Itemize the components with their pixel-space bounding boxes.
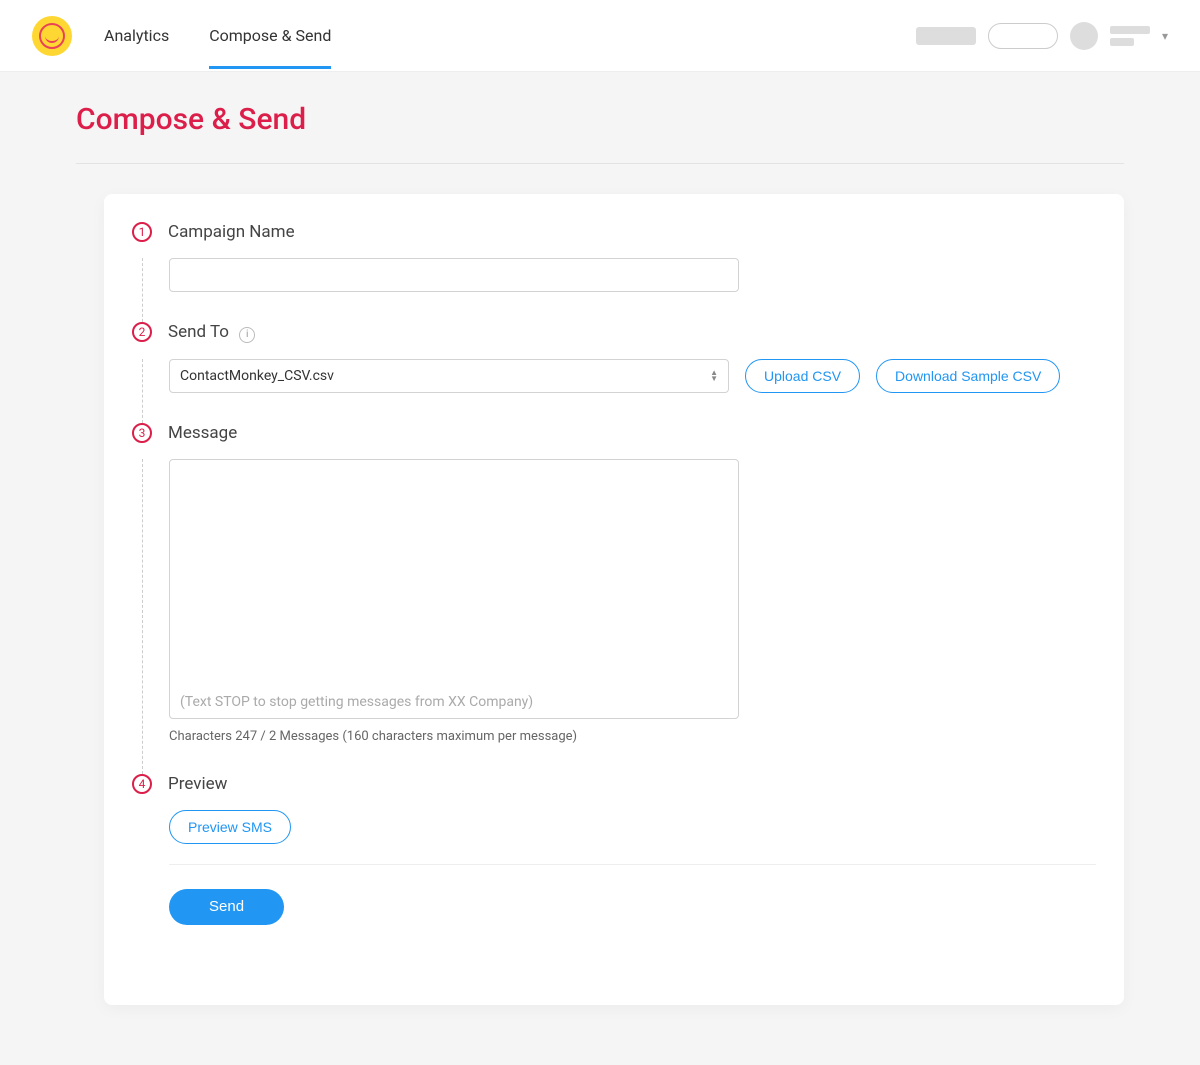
message-stop-hint: (Text STOP to stop getting messages from…	[180, 694, 533, 710]
step-number-3: 3	[132, 423, 152, 443]
step-label-preview: Preview	[168, 774, 227, 794]
step-number-2: 2	[132, 322, 152, 342]
header-placeholder-1	[916, 27, 976, 45]
step-number-4: 4	[132, 774, 152, 794]
main-nav: Analytics Compose & Send	[104, 2, 331, 69]
step-send-to: 2 Send To i ContactMonkey_CSV.csv ▲▼ Upl…	[132, 322, 1096, 423]
step-campaign-name: 1 Campaign Name	[132, 222, 1096, 322]
select-chevrons-icon: ▲▼	[710, 370, 718, 382]
step-preview: 4 Preview Preview SMS Send	[132, 774, 1096, 955]
send-button[interactable]: Send	[169, 889, 284, 925]
message-textarea[interactable]	[170, 460, 738, 685]
campaign-name-input[interactable]	[169, 258, 739, 292]
upload-csv-button[interactable]: Upload CSV	[745, 359, 860, 393]
download-sample-csv-button[interactable]: Download Sample CSV	[876, 359, 1060, 393]
topbar-right: ▾	[916, 22, 1168, 50]
chevron-down-icon[interactable]: ▾	[1162, 29, 1168, 43]
topbar: Analytics Compose & Send ▾	[0, 0, 1200, 72]
nav-compose-send[interactable]: Compose & Send	[209, 2, 331, 69]
send-to-select[interactable]: ContactMonkey_CSV.csv ▲▼	[169, 359, 729, 393]
compose-card: 1 Campaign Name 2 Send To i	[104, 194, 1124, 1005]
step-label-message: Message	[168, 423, 237, 443]
info-icon[interactable]: i	[239, 327, 255, 343]
avatar[interactable]	[1070, 22, 1098, 50]
step-number-1: 1	[132, 222, 152, 242]
character-count-info: Characters 247 / 2 Messages (160 charact…	[169, 729, 1096, 744]
step-message: 3 Message (Text STOP to stop getting mes…	[132, 423, 1096, 774]
send-to-selected-value: ContactMonkey_CSV.csv	[180, 368, 334, 384]
app-logo[interactable]	[32, 16, 72, 56]
nav-analytics[interactable]: Analytics	[104, 2, 169, 69]
step-label-send-to: Send To i	[168, 322, 255, 343]
header-placeholder-2[interactable]	[988, 23, 1058, 49]
user-name-placeholder	[1110, 26, 1150, 46]
page-title: Compose & Send	[76, 102, 1124, 164]
preview-sms-button[interactable]: Preview SMS	[169, 810, 291, 844]
divider	[169, 864, 1096, 865]
step-label-campaign-name: Campaign Name	[168, 222, 295, 242]
